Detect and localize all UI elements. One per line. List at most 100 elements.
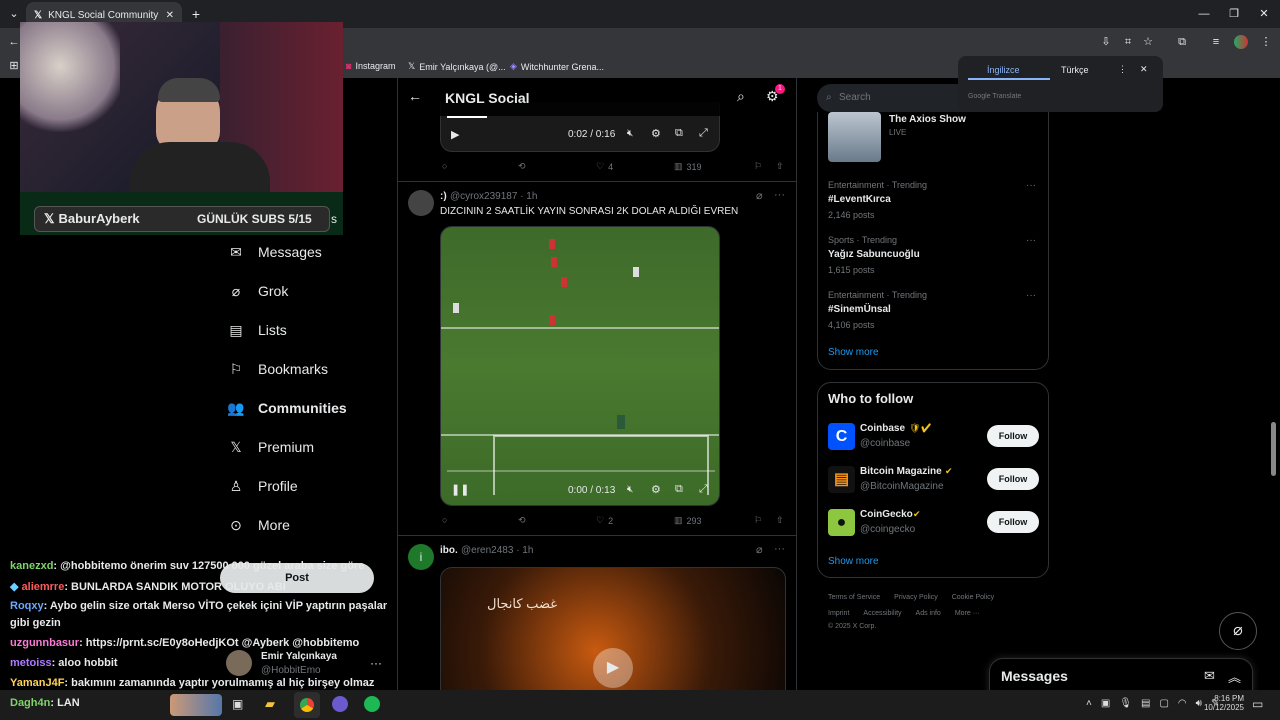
tweet-author[interactable]: :) <box>440 191 447 202</box>
task-view-icon[interactable]: ▣ <box>232 697 243 711</box>
clock[interactable]: 8:16 PM 10/12/2025 <box>1200 694 1244 712</box>
play-icon[interactable]: ▶ <box>593 648 633 688</box>
video-player[interactable]: ❚❚ 0:00 / 0:13 🔇︎ ⚙ ⧉ ⤢ <box>440 226 720 506</box>
pip-icon[interactable]: ⧉ <box>675 127 683 140</box>
bookmark-witchhunter[interactable]: ◈ Witchhunter Grena... <box>510 61 604 72</box>
profile-avatar[interactable] <box>1234 35 1248 49</box>
back-arrow-icon[interactable]: ← <box>408 88 422 104</box>
footer-link[interactable]: More ··· <box>955 610 980 617</box>
nav-grok[interactable]: ⌀ Grok <box>228 283 289 300</box>
nav-premium[interactable]: 𝕏 Premium <box>228 439 314 456</box>
trend-item[interactable]: Sports · Trending Yağız Sabuncuoğlu 1,615 … <box>828 235 920 275</box>
retweet-icon[interactable]: ⟲ <box>518 161 526 172</box>
extensions-icon[interactable]: ⧉ <box>1172 28 1192 56</box>
pip-icon[interactable]: ⧉ <box>675 483 683 496</box>
footer-link[interactable]: Imprint <box>828 610 849 617</box>
chrome-taskbar-item[interactable] <box>294 692 320 718</box>
lang-turkish-tab[interactable]: Türkçe <box>1061 65 1089 75</box>
like-button[interactable]: ♡ 2 <box>596 515 613 526</box>
nav-messages[interactable]: ✉ Messages <box>228 244 322 261</box>
mute-icon[interactable]: 🔇︎ <box>627 128 633 139</box>
install-icon[interactable]: ⇩ <box>1096 28 1116 56</box>
file-explorer-icon[interactable]: ▰ <box>265 696 275 712</box>
grok-icon[interactable]: ⌀ <box>756 189 763 202</box>
tray-icon[interactable]: ▣ <box>1101 698 1110 709</box>
coinbase-avatar[interactable]: C <box>828 423 855 450</box>
fullscreen-icon[interactable]: ⤢ <box>699 127 708 140</box>
axios-thumbnail[interactable] <box>828 112 881 162</box>
nav-lists[interactable]: ▤ Lists <box>228 322 286 339</box>
progress-bar[interactable] <box>447 116 487 118</box>
bitcoin-magazine-avatar[interactable]: ▤ <box>828 466 855 493</box>
footer-link[interactable]: Terms of Service <box>828 594 880 601</box>
footer-link[interactable]: Privacy Policy <box>894 594 938 601</box>
bookmark-icon[interactable]: ⚐ <box>754 515 762 526</box>
reply-icon[interactable]: ○ <box>442 515 447 525</box>
spotify-icon[interactable] <box>364 696 380 712</box>
mute-icon[interactable]: 🔇︎ <box>627 484 633 495</box>
pause-icon[interactable]: ❚❚ <box>451 483 469 496</box>
follow-name[interactable]: Bitcoin Magazine <box>860 466 942 477</box>
lang-english-tab[interactable]: İngilizce <box>987 65 1020 75</box>
more-icon[interactable]: ··· <box>774 189 785 201</box>
trend-item[interactable]: Entertainment · Trending #LeventKırca 2,14… <box>828 180 927 220</box>
close-window-icon[interactable]: ✕ <box>1254 0 1274 28</box>
settings-icon[interactable]: ⚙ <box>651 483 661 496</box>
more-icon[interactable]: ··· <box>1026 180 1036 191</box>
views-stat[interactable]: ▥ 293 <box>674 515 702 526</box>
tweet-handle[interactable]: @cyrox239187 · 1h <box>450 191 537 202</box>
weather-widget[interactable] <box>170 694 222 716</box>
tray-icon[interactable]: ▢ <box>1159 698 1168 709</box>
axios-title[interactable]: The Axios Show <box>889 114 966 125</box>
share-icon[interactable]: ⇧ <box>776 161 784 172</box>
app-icon[interactable] <box>332 696 348 712</box>
follow-name[interactable]: Coinbase <box>860 423 905 434</box>
follow-button[interactable]: Follow <box>987 425 1039 447</box>
wifi-icon[interactable]: ◠ <box>1178 698 1187 709</box>
coingecko-avatar[interactable]: ● <box>828 509 855 536</box>
like-button[interactable]: ♡ 4 <box>596 161 613 172</box>
more-icon[interactable]: ··· <box>1026 290 1036 301</box>
footer-link[interactable]: Ads info <box>916 610 941 617</box>
notification-icon[interactable]: ▭ <box>1252 697 1263 711</box>
tweet-author[interactable]: ibo. <box>440 545 458 556</box>
maximize-icon[interactable]: ❐ <box>1224 0 1244 28</box>
chevron-up-icon[interactable]: ︽ <box>1228 667 1241 686</box>
settings-icon[interactable]: ⚙ <box>651 127 661 140</box>
views-stat[interactable]: ▥ 319 <box>674 161 702 172</box>
tweet-avatar[interactable]: i <box>408 544 434 570</box>
tray-icon[interactable]: ▤ <box>1141 698 1150 709</box>
nav-communities[interactable]: 👥 Communities <box>227 400 346 417</box>
nav-bookmarks[interactable]: ⚐ Bookmarks <box>228 361 328 378</box>
chevron-up-icon[interactable]: ˄ <box>1086 698 1092 709</box>
close-tab-icon[interactable]: ✕ <box>166 10 174 21</box>
search-icon[interactable]: ⌕ <box>737 88 745 105</box>
reply-icon[interactable]: ○ <box>442 161 447 171</box>
close-icon[interactable]: ✕ <box>1140 64 1148 75</box>
follow-button[interactable]: Follow <box>987 511 1039 533</box>
options-icon[interactable]: ⋮ <box>1118 64 1127 75</box>
fullscreen-icon[interactable]: ⤢ <box>699 483 708 496</box>
media-icon[interactable]: ≡ <box>1206 28 1226 56</box>
share-icon[interactable]: ⇧ <box>776 515 784 526</box>
tweet-avatar[interactable] <box>408 190 434 216</box>
microphone-icon[interactable]: 🎙︎ <box>1119 698 1132 709</box>
grok-fab-icon[interactable]: ⌀ <box>1219 612 1257 650</box>
compose-message-icon[interactable]: ✉ <box>1204 668 1215 684</box>
more-icon[interactable]: ··· <box>774 543 785 555</box>
tweet-handle[interactable]: @eren2483 · 1h <box>461 545 533 556</box>
more-icon[interactable]: ··· <box>1026 235 1036 246</box>
follow-button[interactable]: Follow <box>987 468 1039 490</box>
trend-item[interactable]: Entertainment · Trending #SinemÜnsal 4,106… <box>828 290 927 330</box>
show-more-link[interactable]: Show more <box>828 556 879 567</box>
footer-link[interactable]: Cookie Policy <box>952 594 994 601</box>
retweet-icon[interactable]: ⟲ <box>518 515 526 526</box>
minimize-icon[interactable]: — <box>1194 0 1214 28</box>
bookmark-emir[interactable]: 𝕏 Emir Yalçınkaya (@... <box>408 61 506 72</box>
follow-name[interactable]: CoinGecko <box>860 509 913 520</box>
bookmark-star-icon[interactable]: ☆ <box>1138 28 1158 56</box>
video-thumbnail[interactable]: غضب كانجال ▶ <box>440 567 786 690</box>
progress-bar[interactable] <box>447 470 715 472</box>
bookmark-icon[interactable]: ⚐ <box>754 161 762 172</box>
translate-icon[interactable]: ⌗ <box>1118 28 1138 56</box>
